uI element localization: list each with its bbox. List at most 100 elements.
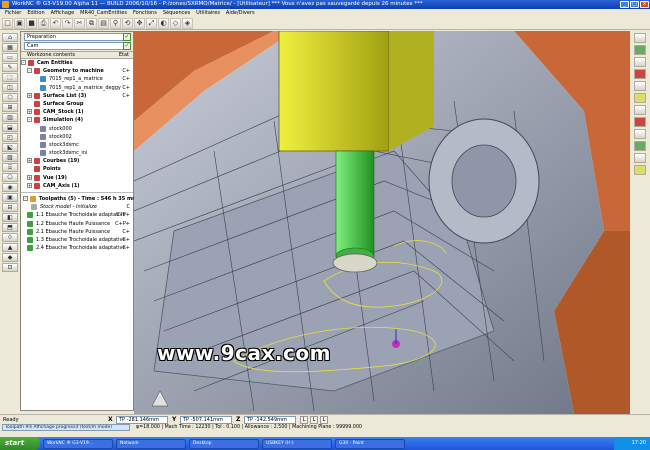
start-button[interactable]: start <box>0 437 40 450</box>
taskbar-task-2[interactable]: Desktop <box>189 438 259 449</box>
view-icon[interactable]: ◈ <box>182 17 193 29</box>
right-tool-6[interactable] <box>634 93 646 103</box>
taskbar-task-1[interactable]: Network <box>116 438 186 449</box>
tree-row[interactable]: Points <box>21 165 133 173</box>
taskbar-task-3[interactable]: USBKEY (H:) <box>262 438 332 449</box>
fit-icon[interactable]: ⤢ <box>146 17 157 29</box>
cut-icon[interactable]: ✂ <box>74 17 85 29</box>
maximize-button[interactable]: □ <box>630 1 639 8</box>
right-tool-11[interactable] <box>634 153 646 163</box>
tree-row[interactable]: stock002 <box>21 133 133 141</box>
left-tool-21-icon[interactable]: ▲ <box>2 243 18 252</box>
left-tool-3-icon[interactable]: ✎ <box>2 63 18 72</box>
left-tool-17-icon[interactable]: ⊟ <box>2 203 18 212</box>
taskbar-task-0[interactable]: WorkNC ® G3-V19... <box>43 438 113 449</box>
expand-icon[interactable]: – <box>21 60 26 65</box>
tree-row[interactable]: 7015_rep1_a_matrice_deggy C+ <box>21 84 133 92</box>
toolpath-row[interactable]: 2.4 Ebauche Trochoidale adaptative C+ <box>21 244 133 252</box>
wire-icon[interactable]: ◇ <box>170 17 181 29</box>
toolpath-row[interactable]: 1.2 Ebauche Haute Puissance C+P+ <box>21 220 133 228</box>
tree-row[interactable]: – Cam Entities <box>21 59 133 67</box>
paste-icon[interactable]: ▤ <box>98 17 109 29</box>
expand-icon[interactable]: + <box>27 109 32 115</box>
cam-check-button[interactable]: ✓ <box>123 42 131 50</box>
right-tool-5[interactable] <box>634 81 646 91</box>
tree-row[interactable]: + CAM_Stock (1) <box>21 108 133 116</box>
shade-icon[interactable]: ◐ <box>158 17 169 29</box>
menu-2[interactable]: Affichage <box>48 10 78 16</box>
open-icon[interactable]: ▣ <box>14 17 25 29</box>
expand-icon[interactable]: + <box>27 182 32 188</box>
close-button[interactable]: x <box>640 1 649 8</box>
left-tool-1-icon[interactable]: ▦ <box>2 43 18 52</box>
l-button-1[interactable]: L <box>300 416 308 424</box>
expand-icon[interactable]: + <box>27 92 32 98</box>
save-icon[interactable]: ■ <box>26 17 37 29</box>
left-tool-12-icon[interactable]: ▧ <box>2 153 18 162</box>
left-tool-7-icon[interactable]: ⊞ <box>2 103 18 112</box>
toolpath-row[interactable]: 1.3 Ebauche Trochoidale adaptative C+ <box>21 236 133 244</box>
menu-7[interactable]: Aide/Divers <box>223 10 258 16</box>
expand-icon[interactable]: – <box>27 68 32 74</box>
right-tool-2[interactable] <box>634 45 646 55</box>
right-tool-1[interactable] <box>634 33 646 43</box>
tree-row[interactable]: + CAM_Axis (1) <box>21 182 133 190</box>
left-tool-15-icon[interactable]: ◉ <box>2 183 18 192</box>
rotate-icon[interactable]: ⟲ <box>122 17 133 29</box>
left-tool-8-icon[interactable]: ▥ <box>2 113 18 122</box>
left-tool-16-icon[interactable]: ▣ <box>2 193 18 202</box>
right-tool-8[interactable] <box>634 117 646 127</box>
menu-3[interactable]: MR40_CamEntities <box>77 10 130 16</box>
tree-row[interactable]: + Vue (19) <box>21 174 133 182</box>
l-button-2[interactable]: L <box>310 416 318 424</box>
right-tool-9[interactable] <box>634 129 646 139</box>
taskbar-task-4[interactable]: G30 - Paint <box>335 438 405 449</box>
menu-1[interactable]: Edition <box>24 10 47 16</box>
right-tool-3[interactable] <box>634 57 646 67</box>
left-tool-4-icon[interactable]: ⬚ <box>2 73 18 82</box>
toolpath-row[interactable]: 2.1 Ebauche Haute Puissance C+ <box>21 228 133 236</box>
pan-icon[interactable]: ✥ <box>134 17 145 29</box>
left-tool-11-icon[interactable]: ⬕ <box>2 143 18 152</box>
left-tool-22-icon[interactable]: ◆ <box>2 253 18 262</box>
toolpaths-header[interactable]: – Toolpaths (5) - Time : 546 h 35 mn <box>21 195 136 203</box>
tree-row[interactable]: stock3dsmc_ini <box>21 149 133 157</box>
right-tool-7[interactable] <box>634 105 646 115</box>
preparation-check-button[interactable]: ✓ <box>123 33 131 41</box>
right-tool-10[interactable] <box>634 141 646 151</box>
l-button-3[interactable]: L <box>320 416 328 424</box>
toolpath-row[interactable]: Stock model - Initialize C <box>21 203 133 211</box>
left-tool-0-icon[interactable]: ⌂ <box>2 33 18 42</box>
left-tool-2-icon[interactable]: ▭ <box>2 53 18 62</box>
redo-icon[interactable]: ↷ <box>62 17 73 29</box>
right-tool-12[interactable] <box>634 165 646 175</box>
right-tool-4[interactable] <box>634 69 646 79</box>
undo-icon[interactable]: ↶ <box>50 17 61 29</box>
expand-icon[interactable]: – <box>27 117 32 123</box>
left-tool-19-icon[interactable]: ⬒ <box>2 223 18 232</box>
left-tool-14-icon[interactable]: ⎔ <box>2 173 18 182</box>
left-tool-20-icon[interactable]: ⟐ <box>2 233 18 242</box>
collapse-toolpaths-icon[interactable]: – <box>23 196 28 201</box>
expand-icon[interactable]: + <box>27 174 32 180</box>
left-tool-18-icon[interactable]: ◧ <box>2 213 18 222</box>
left-tool-13-icon[interactable]: ⌸ <box>2 163 18 172</box>
tree-row[interactable]: stock3dsmc <box>21 141 133 149</box>
tree-row[interactable]: + Courbes (19) <box>21 157 133 165</box>
toolpath-row[interactable]: 1.1 Ebauche Trochoidale adaptative C?P+ <box>21 211 133 219</box>
left-tool-10-icon[interactable]: ◰ <box>2 133 18 142</box>
left-tool-23-icon[interactable]: ⊡ <box>2 263 18 272</box>
minimize-button[interactable]: _ <box>620 1 629 8</box>
tree-row[interactable]: Surface Group <box>21 100 133 108</box>
menu-4[interactable]: Fonctions <box>130 10 160 16</box>
tree-row[interactable]: 7015_rep1_a_matrice C+ <box>21 75 133 83</box>
tree-row[interactable]: – Geometry to machine C+ <box>21 67 133 75</box>
expand-icon[interactable]: + <box>27 158 32 164</box>
tree-row[interactable]: – Simulation (4) <box>21 116 133 124</box>
left-tool-6-icon[interactable]: ⬡ <box>2 93 18 102</box>
new-icon[interactable]: □ <box>2 17 13 29</box>
tree-row[interactable]: + Surface List (3) C+ <box>21 92 133 100</box>
menu-0[interactable]: Fichier <box>2 10 24 16</box>
menu-5[interactable]: Séquences <box>160 10 193 16</box>
zoom-icon[interactable]: ⚲ <box>110 17 121 29</box>
